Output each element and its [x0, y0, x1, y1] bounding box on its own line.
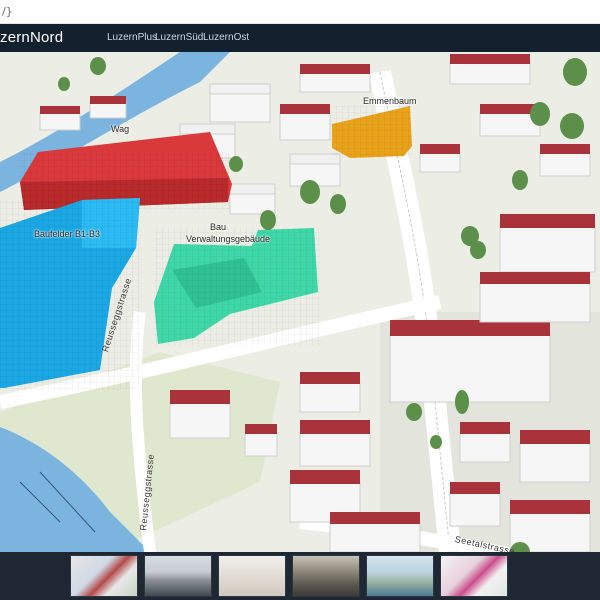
- thumbnail-facade-photo[interactable]: [292, 555, 360, 597]
- label-wag[interactable]: Wag: [111, 124, 129, 134]
- label-bau[interactable]: Bau: [210, 222, 226, 232]
- thumbnail-building-render[interactable]: [144, 555, 212, 597]
- browser-address-strip: /}: [0, 0, 600, 24]
- 3d-city-map[interactable]: Emmenbaum Wag Baufelder B1-B3 Bau Verwal…: [0, 52, 600, 552]
- url-fragment: /}: [2, 5, 13, 18]
- thumbnail-site-plan[interactable]: [440, 555, 508, 597]
- label-baufelder[interactable]: Baufelder B1-B3: [34, 229, 100, 239]
- thumbnail-model-view[interactable]: [218, 555, 286, 597]
- map-canvas[interactable]: [0, 52, 600, 552]
- image-gallery-strip: [0, 552, 600, 600]
- app-header: zernNord LuzernPlus LuzernSüd LuzernOst: [0, 24, 600, 52]
- nav-luzernplus[interactable]: LuzernPlus: [107, 32, 157, 43]
- orange-project-block[interactable]: [332, 106, 412, 158]
- label-emmenbaum[interactable]: Emmenbaum: [363, 96, 417, 106]
- nav-luzernsued[interactable]: LuzernSüd: [155, 32, 203, 43]
- app-title[interactable]: zernNord: [0, 29, 63, 46]
- thumbnail-riverfront-render[interactable]: [366, 555, 434, 597]
- green-project-block[interactable]: [154, 228, 320, 346]
- nav-luzernost[interactable]: LuzernOst: [203, 32, 249, 43]
- label-verwaltungsgebaeude[interactable]: Verwaltungsgebäude: [186, 234, 270, 244]
- thumbnail-map-overview[interactable]: [70, 555, 138, 597]
